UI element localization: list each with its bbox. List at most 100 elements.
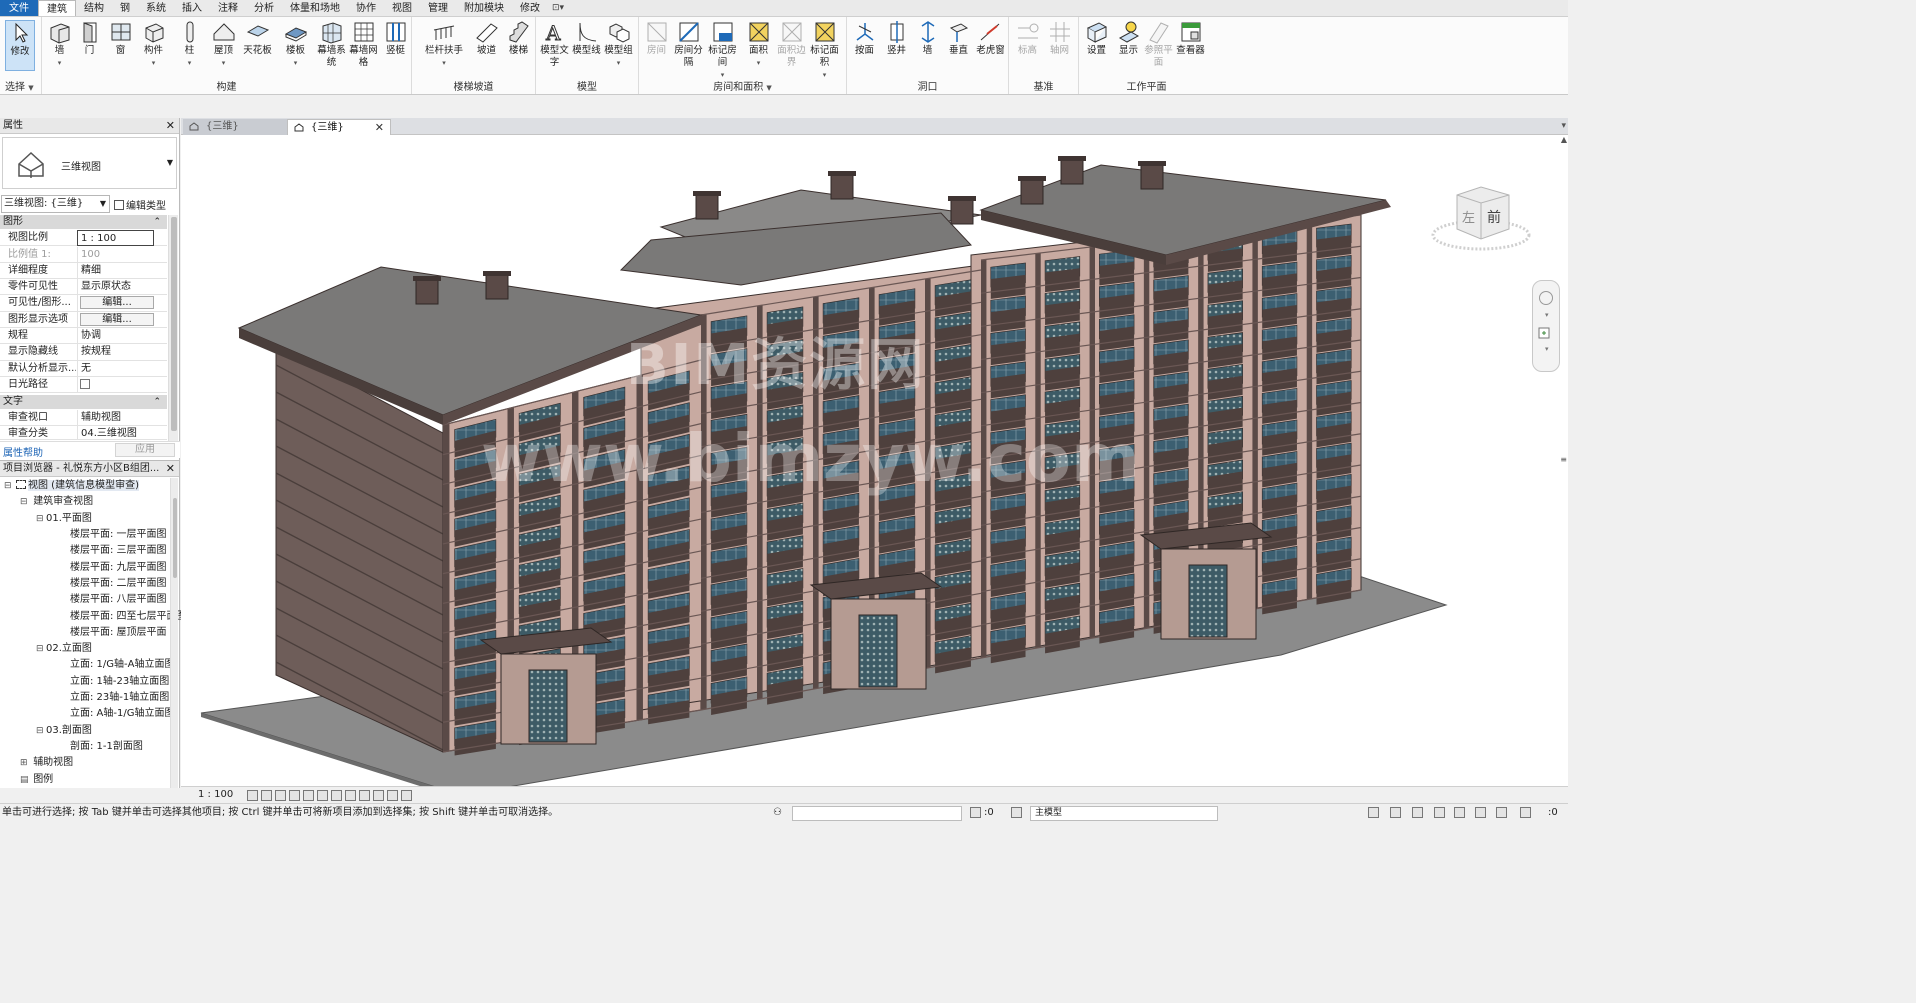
tab-insert[interactable]: 插入 (174, 0, 210, 16)
tree-leaf[interactable]: 剖面: 1-1剖面图 (70, 739, 143, 755)
prop-value[interactable]: 辅助视图 (77, 410, 154, 426)
tree-leaf[interactable]: 立面: 1轴-23轴立面图 (70, 674, 169, 690)
selection-option-icon[interactable] (1454, 807, 1465, 818)
tree-node-legend[interactable]: ▤ 图例 (20, 772, 53, 788)
level-button[interactable]: 标高 (1012, 20, 1043, 57)
vertical-opening-button[interactable]: 垂直 (943, 20, 974, 57)
group-text[interactable]: 文字 ⌃ (0, 395, 167, 409)
group-graphics[interactable]: 图形 ⌃ (0, 215, 167, 229)
tree-node-review[interactable]: ⊟ 建筑审查视图 (20, 494, 93, 510)
close-icon[interactable]: ✕ (166, 118, 175, 134)
selection-option-icon[interactable] (1390, 807, 1401, 818)
chevron-down-icon[interactable]: ▾ (1545, 311, 1549, 319)
wall-button[interactable]: 墙 ▾ (44, 20, 75, 69)
design-option-combo[interactable]: 主模型 (1030, 806, 1218, 821)
shaft-button[interactable]: 竖井 (881, 20, 912, 57)
prop-value[interactable]: 协调 (77, 328, 154, 344)
curtain-grid-button[interactable]: 幕墙网格 (348, 20, 379, 69)
scrollbar-thumb[interactable] (171, 217, 177, 431)
prop-value[interactable]: 精细 (77, 262, 154, 279)
view-control-icon[interactable] (387, 790, 398, 801)
column-button[interactable]: 柱 ▾ (174, 20, 205, 69)
wall-opening-button[interactable]: 墙 (912, 20, 943, 57)
window-button[interactable]: 窗 (105, 20, 136, 57)
view-scale-button[interactable]: 1 : 100 (198, 789, 233, 800)
room-button[interactable]: 房间 (641, 20, 672, 57)
tree-leaf[interactable]: 楼层平面: 屋顶层平面 (70, 625, 167, 641)
roof-button[interactable]: 屋顶 ▾ (208, 20, 239, 69)
close-icon[interactable]: ✕ (166, 461, 175, 477)
steering-wheel-icon[interactable] (1539, 291, 1553, 305)
vg-edit-button[interactable]: 编辑... (80, 296, 154, 310)
tree-leaf[interactable]: 楼层平面: 一层平面图 (70, 527, 167, 543)
sun-path-checkbox[interactable] (80, 378, 90, 389)
tree-leaf[interactable]: 立面: A轴-1/G轴立面图 (70, 706, 174, 722)
view-tab-3d[interactable]: {三维} (183, 119, 287, 135)
dormer-button[interactable]: 老虎窗 (975, 20, 1006, 57)
model-line-button[interactable]: 模型线 (571, 20, 602, 57)
workset-combo[interactable] (792, 806, 962, 821)
prop-value[interactable]: 04.三维视图 (77, 426, 154, 440)
selection-option-icon[interactable] (1475, 807, 1486, 818)
tree-root[interactable]: ⊟ 视图 (建筑信息模型审查) (4, 478, 139, 494)
view-control-icon[interactable] (303, 790, 314, 801)
grid-button[interactable]: 轴网 (1044, 20, 1075, 57)
view-scale-input[interactable]: 1 : 100 (77, 230, 154, 246)
properties-scrollbar[interactable] (168, 215, 178, 441)
selection-option-icon[interactable] (1412, 807, 1423, 818)
selection-option-icon[interactable] (1496, 807, 1507, 818)
floor-button[interactable]: 楼板 ▾ (280, 20, 311, 69)
scroll-up-icon[interactable]: ▲ (1561, 135, 1567, 144)
scrollbar-thumb[interactable] (173, 498, 177, 578)
view-control-icon[interactable] (261, 790, 272, 801)
tree-leaf[interactable]: 楼层平面: 九层平面图 (70, 560, 167, 576)
ribbon-toggle-icon[interactable]: ⊡▾ (552, 0, 564, 16)
component-button[interactable]: 构件 ▾ (138, 20, 169, 69)
view-control-icon[interactable] (331, 790, 342, 801)
tab-collaborate[interactable]: 协作 (348, 0, 384, 16)
prop-value[interactable]: 显示原状态 (77, 279, 154, 296)
view-control-icon[interactable] (275, 790, 286, 801)
mullion-button[interactable]: 竖梃 (380, 20, 411, 57)
ceiling-button[interactable]: 天花板 (242, 20, 273, 57)
type-selector[interactable]: 三维视图 ▼ (2, 137, 177, 189)
tab-massing-site[interactable]: 体量和场地 (282, 0, 348, 16)
prop-value[interactable]: 按规程 (77, 344, 154, 361)
tree-leaf[interactable]: 立面: 23轴-1轴立面图 (70, 690, 169, 706)
zoom-region-icon[interactable] (1538, 327, 1552, 341)
viewcube-left-face[interactable]: 左 (1462, 207, 1475, 226)
view-control-icon[interactable] (401, 790, 412, 801)
show-workplane-button[interactable]: 显示 (1113, 20, 1144, 57)
drawing-canvas[interactable]: BIM资源网 www.bimzyw.com 左 前 ▾ ▾ ▲ ≡ (181, 135, 1568, 786)
by-face-button[interactable]: 按面 (849, 20, 880, 57)
door-button[interactable]: 门 (74, 20, 105, 57)
prop-value[interactable]: 无 (77, 360, 154, 377)
area-boundary-button[interactable]: 面积边界 (776, 20, 807, 69)
tree-leaf[interactable]: 楼层平面: 三层平面图 (70, 543, 167, 559)
edit-type-button[interactable]: 编辑类型 (114, 197, 166, 212)
scroll-mid-icon[interactable]: ≡ (1560, 455, 1567, 464)
view-control-icon[interactable] (373, 790, 384, 801)
stair-button[interactable]: 楼梯 (503, 20, 534, 57)
viewcube[interactable]: 左 前 (1429, 185, 1531, 257)
worksets-icon[interactable]: ⚇ (773, 804, 784, 818)
tree-node-elevations[interactable]: ⊟ 02.立面图 (36, 641, 92, 657)
tree-node-aux[interactable]: ⊞ 辅助视图 (20, 755, 73, 771)
tab-manage[interactable]: 管理 (420, 0, 456, 16)
tab-steel[interactable]: 钢 (112, 0, 138, 16)
tag-room-button[interactable]: 标记房间 ▾ (707, 20, 738, 81)
view-control-icon[interactable] (289, 790, 300, 801)
tree-node-sections[interactable]: ⊟ 03.剖面图 (36, 723, 92, 739)
room-separator-button[interactable]: 房间分隔 (673, 20, 704, 69)
chevron-down-icon[interactable]: ▾ (1545, 345, 1549, 353)
tab-overflow-icon[interactable]: ▾ (1561, 121, 1566, 131)
tab-systems[interactable]: 系统 (138, 0, 174, 16)
view-control-icon[interactable] (317, 790, 328, 801)
curtain-system-button[interactable]: 幕墙系统 (316, 20, 347, 69)
view-control-icon[interactable] (345, 790, 356, 801)
ramp-button[interactable]: 坡道 (471, 20, 502, 57)
tab-view[interactable]: 视图 (384, 0, 420, 16)
filter-icon[interactable] (970, 807, 981, 818)
viewer-button[interactable]: 查看器 (1175, 20, 1206, 57)
tab-architecture[interactable]: 建筑 (38, 0, 76, 16)
